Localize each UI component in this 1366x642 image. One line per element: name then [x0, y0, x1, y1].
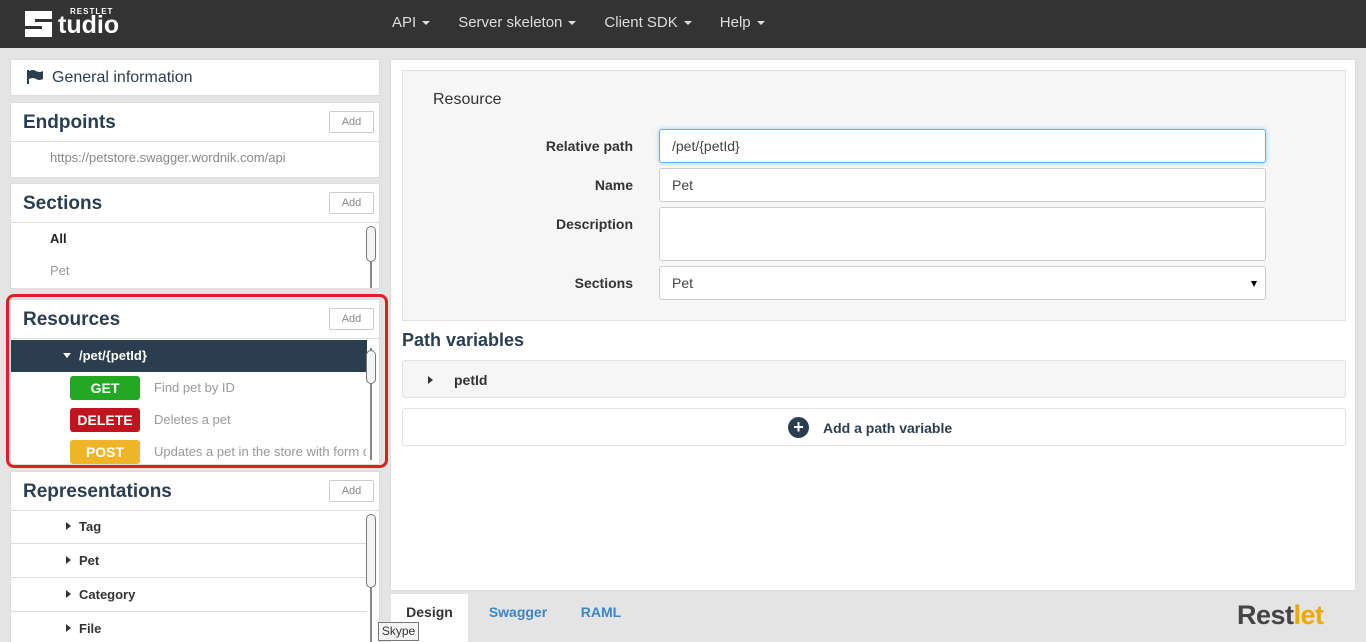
representations-scrollbar-track[interactable] — [370, 582, 372, 642]
restlet-footer-logo: Restlet — [1237, 600, 1324, 631]
restlet-studio-logo[interactable]: RESTLET tudio — [22, 7, 132, 41]
caret-down-icon — [683, 21, 692, 26]
sections-select[interactable]: Pet — [659, 266, 1266, 300]
menu-help-label: Help — [719, 14, 751, 31]
resource-form: Resource Relative path /pet/{petId} Name… — [402, 70, 1346, 321]
resources-highlight-annotation — [6, 294, 388, 468]
representations-scrollbar-thumb[interactable] — [366, 514, 376, 588]
caret-right-icon — [66, 522, 71, 530]
representation-item-pet[interactable]: Pet — [11, 544, 367, 578]
representation-item-file[interactable]: File — [11, 612, 367, 642]
general-information-label: General information — [52, 69, 193, 86]
endpoints-header: Endpoints Add — [11, 103, 379, 142]
sections-panel: Sections Add All Pet — [10, 183, 380, 289]
relative-path-label: Relative path — [545, 138, 633, 154]
add-path-variable-button[interactable]: + Add a path variable — [402, 408, 1346, 446]
caret-right-icon — [66, 624, 71, 632]
add-path-variable-label: Add a path variable — [823, 420, 953, 436]
path-variables-title: Path variables — [402, 330, 525, 350]
caret-down-icon — [756, 21, 765, 26]
dropdown-arrow-icon — [1251, 281, 1257, 287]
logo-big-text: tudio — [58, 11, 120, 39]
endpoints-title: Endpoints — [23, 112, 116, 133]
caret-right-icon — [428, 376, 433, 384]
path-variable-name: petId — [454, 372, 488, 388]
endpoints-panel: Endpoints Add https://petstore.swagger.w… — [10, 102, 380, 178]
description-label: Description — [555, 216, 633, 232]
relative-path-input[interactable]: /pet/{petId} — [659, 129, 1266, 163]
caret-down-icon — [568, 21, 577, 26]
top-navbar: RESTLET tudio API Server skeleton Client… — [0, 0, 1366, 48]
sections-select-value: Pet — [672, 275, 694, 291]
general-information-item[interactable]: General information — [10, 59, 380, 96]
section-item-pet[interactable]: Pet — [50, 263, 70, 278]
name-input[interactable]: Pet — [659, 168, 1266, 202]
path-variable-item[interactable]: petId — [402, 360, 1346, 398]
sections-scrollbar-thumb[interactable] — [366, 226, 376, 262]
add-section-button[interactable]: Add — [329, 192, 374, 214]
menu-client-sdk-label: Client SDK — [604, 14, 678, 31]
plus-circle-icon: + — [788, 417, 809, 438]
representation-item-category[interactable]: Category — [11, 578, 367, 612]
representation-label: File — [79, 621, 102, 636]
sections-header: Sections Add — [11, 184, 379, 223]
logo-part-rest: Rest — [1237, 600, 1294, 630]
add-representation-button[interactable]: Add — [329, 480, 374, 502]
representations-panel: Representations Add Tag Pet Category Fil… — [10, 471, 380, 642]
representations-title: Representations — [23, 481, 172, 502]
menu-help[interactable]: Help — [706, 0, 779, 48]
menu-server-skeleton-label: Server skeleton — [458, 14, 563, 31]
menu-client-sdk[interactable]: Client SDK — [590, 0, 705, 48]
section-item-all[interactable]: All — [50, 231, 67, 246]
sections-select-label: Sections — [574, 275, 633, 291]
caret-down-icon — [422, 21, 431, 26]
description-textarea[interactable] — [659, 207, 1266, 261]
skype-tooltip: Skype — [378, 622, 419, 641]
menu-api-label: API — [392, 14, 417, 31]
sections-title: Sections — [23, 193, 103, 214]
tab-swagger[interactable]: Swagger — [478, 594, 558, 642]
main-menu: API Server skeleton Client SDK Help — [378, 0, 779, 48]
resource-form-title: Resource — [433, 91, 502, 108]
caret-right-icon — [66, 590, 71, 598]
representations-header: Representations Add — [11, 472, 379, 511]
logo-part-let: let — [1293, 600, 1325, 630]
menu-server-skeleton[interactable]: Server skeleton — [444, 0, 590, 48]
endpoint-url[interactable]: https://petstore.swagger.wordnik.com/api — [50, 150, 286, 165]
main-content: Resource Relative path /pet/{petId} Name… — [390, 59, 1356, 591]
tab-raml[interactable]: RAML — [570, 594, 632, 642]
menu-api[interactable]: API — [378, 0, 444, 48]
representation-label: Category — [79, 587, 136, 602]
representation-item-tag[interactable]: Tag — [11, 510, 367, 544]
name-label: Name — [594, 177, 633, 193]
add-endpoint-button[interactable]: Add — [329, 111, 374, 133]
representation-label: Tag — [79, 519, 102, 534]
representation-label: Pet — [79, 553, 100, 568]
logo-s-icon — [25, 11, 52, 37]
flag-icon — [27, 70, 43, 84]
caret-right-icon — [66, 556, 71, 564]
